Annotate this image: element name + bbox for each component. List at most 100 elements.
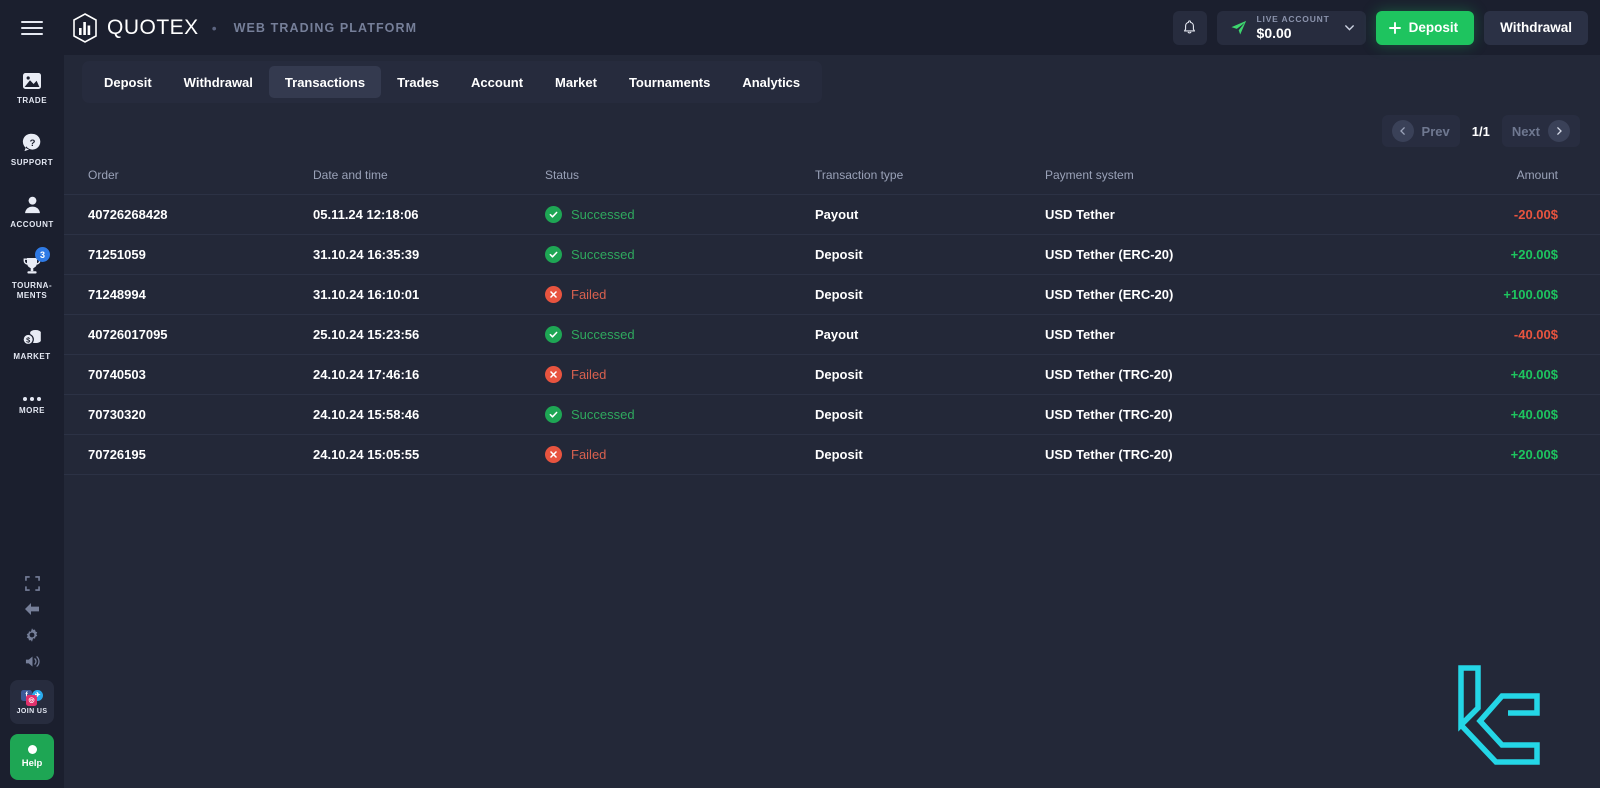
- chart-picture-icon: [23, 72, 41, 89]
- chevron-right-icon: [1548, 120, 1570, 142]
- table-header-row: Order Date and time Status Transaction t…: [64, 155, 1600, 195]
- join-us-button[interactable]: f ✈ ◎ JOIN US: [10, 680, 54, 724]
- sidebar-item-tournaments[interactable]: 3 Tourna- ments: [0, 245, 64, 311]
- cell-transaction-type: Payout: [815, 327, 859, 342]
- tab-account[interactable]: Account: [455, 66, 539, 98]
- fullscreen-icon[interactable]: [23, 574, 41, 592]
- cell-order: 70740503: [88, 367, 146, 382]
- tab-trades[interactable]: Trades: [381, 66, 455, 98]
- user-person-icon: [24, 197, 40, 214]
- page-indicator: 1/1: [1471, 123, 1490, 139]
- column-header-status: Status: [545, 167, 580, 182]
- quotex-web-trading-platform: QUOTEX • WEB TRADING PLATFORM LIVE ACCOU…: [0, 0, 1600, 788]
- question-chat-icon: ?: [22, 134, 40, 152]
- sidebar-item-market[interactable]: $ Market: [0, 315, 64, 373]
- table-row[interactable]: 71251059 31.10.24 16:35:39 Successed Deposi…: [64, 235, 1600, 275]
- sound-volume-icon[interactable]: [23, 652, 41, 670]
- cell-order: 40726017095: [88, 327, 168, 342]
- cell-payment-system: USD Tether (TRC-20): [1045, 407, 1173, 422]
- account-balance-value: $0.00: [1256, 24, 1292, 41]
- cell-datetime: 31.10.24 16:35:39: [313, 247, 420, 262]
- table-row[interactable]: 70726195 24.10.24 15:05:55 Failed Deposit US…: [64, 435, 1600, 475]
- table-row[interactable]: 40726268428 05.11.24 12:18:06 Successed Pay…: [64, 195, 1600, 235]
- cell-payment-system: USD Tether: [1045, 327, 1115, 342]
- cell-payment-system: USD Tether (TRC-20): [1045, 367, 1173, 382]
- sidebar-item-label: Account: [10, 220, 54, 230]
- tab-market[interactable]: Market: [539, 66, 613, 98]
- status-label: Successed: [571, 407, 635, 422]
- status-label: Failed: [571, 287, 607, 302]
- ellipsis-icon: [23, 396, 41, 401]
- cell-amount: -40.00$: [1513, 327, 1558, 342]
- cell-datetime: 25.10.24 15:23:56: [313, 327, 420, 342]
- help-dot-icon: [27, 745, 37, 754]
- tournaments-badge: 3: [35, 247, 50, 262]
- table-row[interactable]: 70730320 24.10.24 15:58:46 Successed Deposi…: [64, 395, 1600, 435]
- coins-dollar-icon: $: [22, 329, 41, 346]
- help-label: Help: [21, 758, 43, 769]
- column-header-payment-system: Payment system: [1045, 167, 1134, 182]
- cell-status: Successed: [545, 206, 815, 223]
- failed-cross-icon: [545, 366, 562, 383]
- main-content-panel: Deposit Withdrawal Transactions Trades A…: [64, 55, 1600, 788]
- withdrawal-button[interactable]: Withdrawal: [1484, 10, 1588, 45]
- cell-order: 71248994: [88, 287, 146, 302]
- sidebar-item-label: Tourna- ments: [11, 281, 53, 300]
- sidebar-item-label: More: [19, 405, 45, 415]
- chevron-left-icon: [1391, 120, 1414, 142]
- table-row[interactable]: 70740503 24.10.24 17:46:16 Failed Deposit US…: [64, 355, 1600, 395]
- cell-transaction-type: Deposit: [815, 407, 863, 422]
- hamburger-menu-icon[interactable]: [0, 0, 64, 55]
- tab-transactions[interactable]: Transactions: [268, 66, 382, 98]
- cell-status: Failed: [545, 286, 815, 303]
- cell-amount: +20.00$: [1510, 247, 1558, 262]
- column-header-transaction-type: Transaction type: [815, 167, 904, 182]
- cell-payment-system: USD Tether (ERC-20): [1045, 287, 1174, 302]
- cell-transaction-type: Deposit: [815, 287, 863, 302]
- cell-amount: +40.00$: [1510, 407, 1558, 422]
- next-page-button[interactable]: Next: [1501, 115, 1580, 147]
- status-label: Failed: [571, 367, 607, 382]
- svg-text:?: ?: [29, 138, 35, 149]
- notifications-button[interactable]: [1172, 10, 1207, 45]
- chevron-down-icon: [1344, 25, 1354, 31]
- success-check-icon: [545, 406, 562, 423]
- account-balance-selector[interactable]: LIVE ACCOUNT $0.00: [1216, 10, 1366, 45]
- sidebar-item-trade[interactable]: Trade: [0, 59, 64, 117]
- paper-plane-icon: [1231, 20, 1246, 35]
- cell-status: Successed: [545, 326, 815, 343]
- sidebar-item-more[interactable]: More: [0, 377, 64, 435]
- status-label: Successed: [571, 327, 635, 342]
- help-button[interactable]: Help: [10, 734, 54, 780]
- table-row[interactable]: 40726017095 25.10.24 15:23:56 Successed Pay…: [64, 315, 1600, 355]
- sidebar-item-support[interactable]: ? Support: [0, 121, 64, 179]
- table-row[interactable]: 71248994 31.10.24 16:10:01 Failed Deposit US…: [64, 275, 1600, 315]
- gear-settings-icon[interactable]: [23, 626, 41, 644]
- column-header-amount: Amount: [1516, 167, 1558, 182]
- status-label: Failed: [571, 447, 607, 462]
- cell-datetime: 31.10.24 16:10:01: [313, 287, 420, 302]
- sidebar-item-account[interactable]: Account: [0, 183, 64, 241]
- brand: QUOTEX • WEB TRADING PLATFORM: [72, 12, 417, 43]
- pagination: Prev 1/1 Next: [1381, 115, 1580, 147]
- lc-cyan-logo-watermark-icon: [1456, 663, 1542, 772]
- transactions-table: Order Date and time Status Transaction t…: [64, 155, 1600, 475]
- tab-withdrawal[interactable]: Withdrawal: [168, 66, 269, 98]
- deposit-button[interactable]: Deposit: [1375, 10, 1475, 45]
- quotex-hex-logo-icon: [73, 12, 97, 43]
- cell-payment-system: USD Tether: [1045, 207, 1115, 222]
- section-tab-bar: Deposit Withdrawal Transactions Trades A…: [82, 61, 823, 103]
- success-check-icon: [545, 326, 562, 343]
- status-label: Successed: [571, 207, 635, 222]
- next-page-label: Next: [1511, 123, 1540, 139]
- cell-status: Failed: [545, 366, 815, 383]
- tab-deposit[interactable]: Deposit: [88, 66, 168, 98]
- prev-page-button[interactable]: Prev: [1381, 115, 1460, 147]
- cell-datetime: 24.10.24 15:05:55: [313, 447, 420, 462]
- plus-icon: [1388, 21, 1401, 34]
- tab-tournaments[interactable]: Tournaments: [613, 66, 726, 98]
- success-check-icon: [545, 246, 562, 263]
- collapse-arrow-icon[interactable]: [23, 600, 41, 618]
- cell-order: 71251059: [88, 247, 146, 262]
- tab-analytics[interactable]: Analytics: [726, 66, 816, 98]
